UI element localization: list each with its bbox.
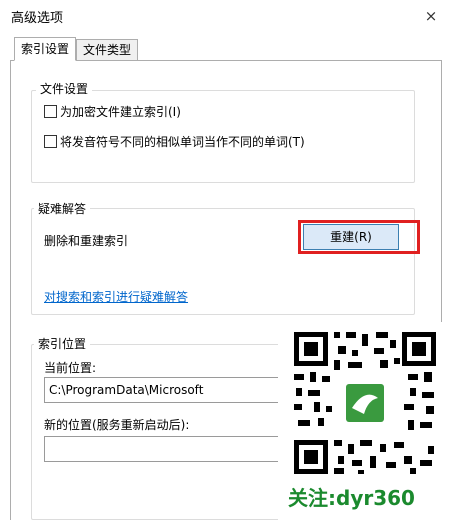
encrypt-files-checkbox[interactable] <box>44 105 57 118</box>
rebuild-button[interactable]: 重建(R) <box>303 224 399 250</box>
file-settings-title: 文件设置 <box>36 80 93 97</box>
new-location-label: 新的位置(服务重新启动后): <box>44 418 190 432</box>
troubleshooting-title: 疑难解答 <box>34 200 91 217</box>
watermark-text: 关注:dyr360 <box>288 486 415 510</box>
tab-file-types[interactable]: 文件类型 <box>76 39 139 61</box>
watermark-overlay: 关注:dyr360 <box>278 322 450 520</box>
current-location-label: 当前位置: <box>44 361 97 375</box>
diacritics-option[interactable]: 将发音符号不同的相似单词当作不同的单词(T) <box>44 133 305 150</box>
encrypt-files-label: 为加密文件建立索引(I) <box>60 105 181 119</box>
encrypt-files-option[interactable]: 为加密文件建立索引(I) <box>44 103 181 120</box>
diacritics-label: 将发音符号不同的相似单词当作不同的单词(T) <box>60 135 305 149</box>
rebuild-index-label: 删除和重建索引 <box>44 234 129 248</box>
troubleshoot-link[interactable]: 对搜索和索引进行疑难解答 <box>44 288 188 305</box>
title-bar: 高级选项 × <box>0 0 450 32</box>
current-location-field: C:\ProgramData\Microsoft <box>44 377 294 403</box>
new-location-field <box>44 436 294 462</box>
tab-index-settings[interactable]: 索引设置 <box>14 37 77 61</box>
diacritics-checkbox[interactable] <box>44 135 57 148</box>
window-title: 高级选项 <box>11 11 64 26</box>
qr-code-icon <box>290 328 440 478</box>
close-button[interactable]: × <box>414 2 448 30</box>
index-location-title: 索引位置 <box>34 335 91 352</box>
